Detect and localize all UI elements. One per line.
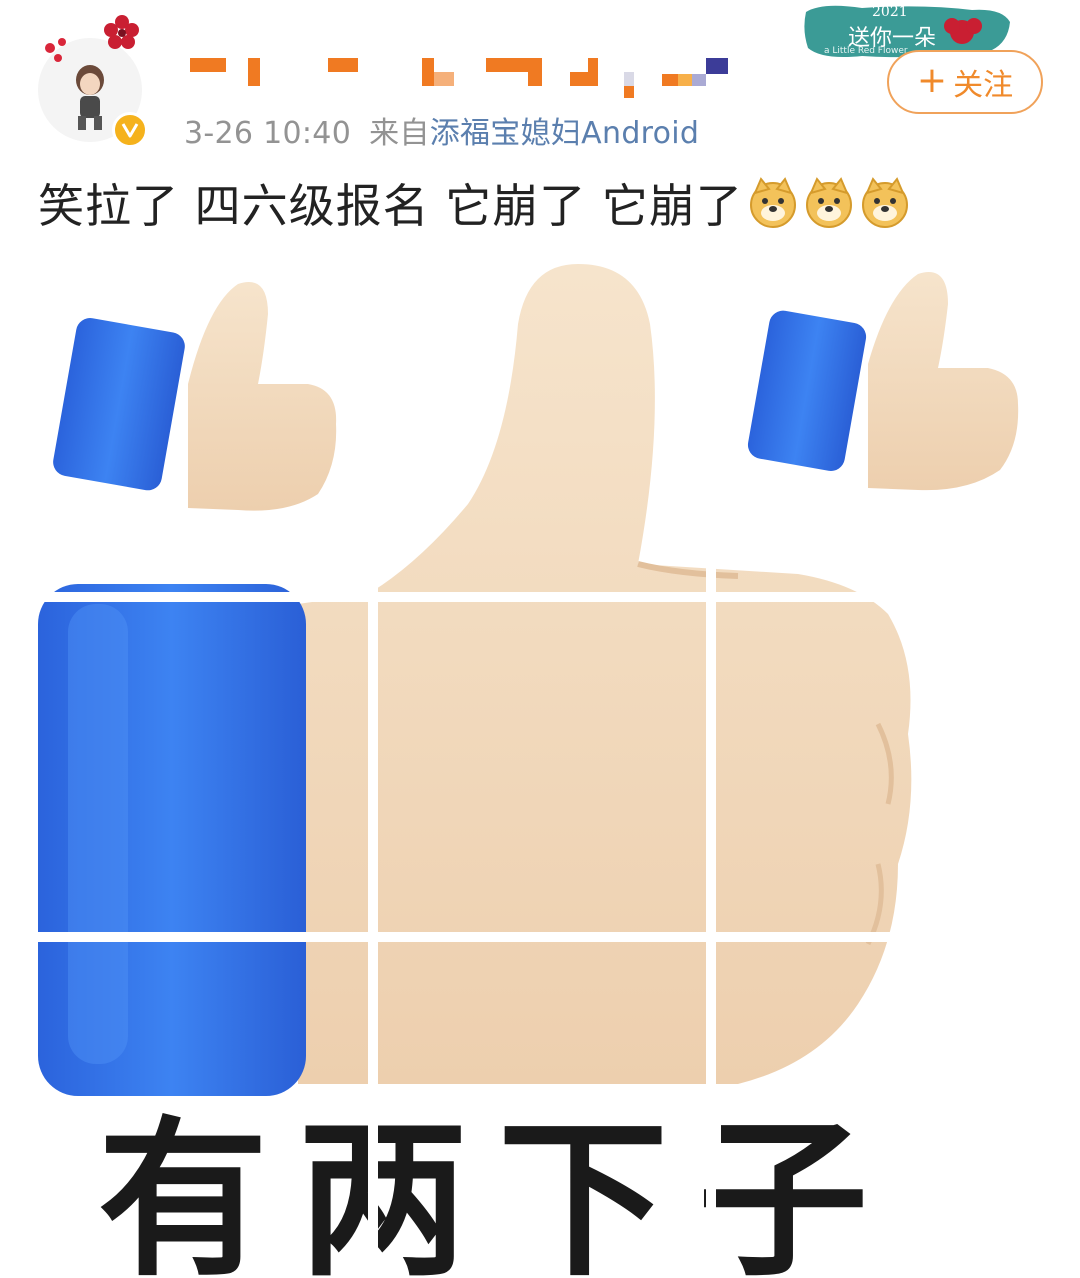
plus-icon: + [916, 60, 948, 101]
from-label: 来自 [369, 116, 430, 151]
grid-image-4[interactable] [38, 602, 368, 932]
post-text: 笑拉了 四六级报名 它崩了 它崩了 [38, 170, 911, 236]
grid-image-9[interactable] [716, 942, 1042, 1278]
grid-image-5[interactable] [378, 602, 706, 932]
red-flower-icon [45, 38, 66, 62]
badge-year: 2021 [872, 4, 908, 20]
grid-image-8[interactable] [378, 942, 706, 1278]
grid-image-2[interactable] [378, 264, 706, 592]
grid-image-7[interactable] [38, 942, 368, 1278]
badge-subtext: a Little Red Flower [824, 46, 908, 56]
red-flower-icon [104, 15, 139, 49]
doge-emoji-icon [749, 177, 796, 228]
verified-badge-icon [112, 112, 148, 148]
doge-emoji-icon [861, 177, 908, 228]
grid-image-3[interactable] [716, 264, 1042, 592]
timestamp: 3-26 10:40 [184, 116, 352, 151]
image-grid: 有两下子 [38, 264, 1042, 1278]
source-link[interactable]: 添福宝媳妇Android [430, 116, 700, 151]
username-redacted[interactable] [190, 50, 740, 100]
doge-emoji-icon [805, 177, 852, 228]
post-body: 笑拉了 四六级报名 它崩了 它崩了 [38, 179, 743, 233]
follow-label: 关注 [953, 68, 1014, 103]
grid-image-1[interactable] [38, 264, 368, 592]
post-meta: 3-26 10:40 来自添福宝媳妇Android [184, 108, 699, 152]
grid-image-6[interactable] [716, 602, 1042, 932]
follow-button[interactable]: + 关注 [887, 50, 1043, 114]
emoji-row [747, 177, 911, 229]
